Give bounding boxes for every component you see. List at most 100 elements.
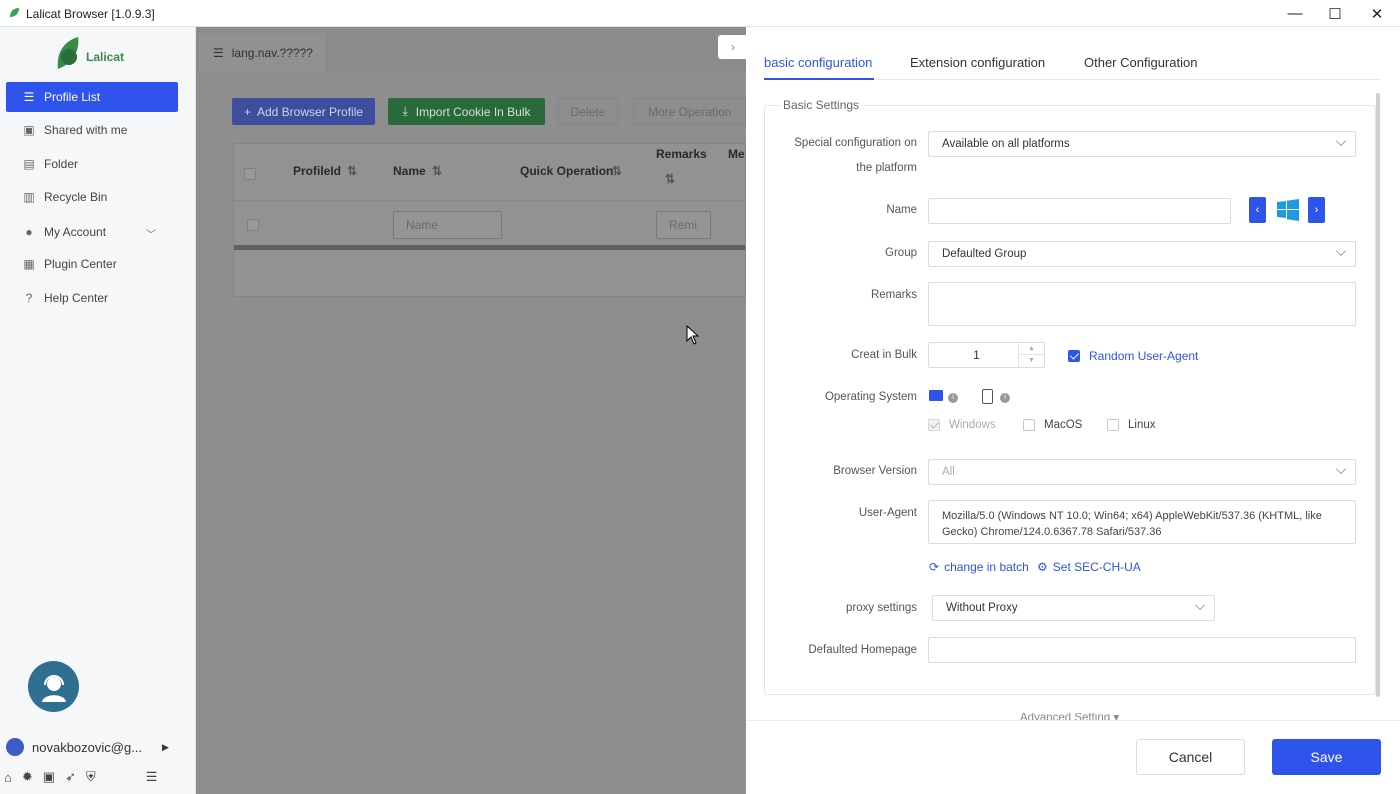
sidebar-item-recycle-bin[interactable]: ▥ Recycle Bin bbox=[6, 182, 178, 212]
chevron-right-icon: › bbox=[731, 40, 735, 54]
sidebar-item-my-account[interactable]: ● My Account ﹀ bbox=[6, 217, 178, 247]
title-bar: Lalicat Browser [1.0.9.3] — ☐ ✕ bbox=[0, 0, 1400, 27]
more-operation-button[interactable]: More Operation bbox=[633, 98, 746, 125]
change-in-batch-link[interactable]: ⟳ change in batch bbox=[929, 560, 1029, 574]
sidebar: Lalicat ☰ Profile List ▣ Shared with me … bbox=[0, 27, 196, 794]
sort-icon[interactable]: ⇅ bbox=[665, 172, 675, 186]
logo: Lalicat bbox=[54, 35, 124, 71]
os-label: Operating System bbox=[824, 391, 917, 403]
sidebar-item-help-center[interactable]: ? Help Center bbox=[6, 283, 178, 313]
browser-version-select[interactable]: All bbox=[928, 459, 1356, 485]
logo-text: Lalicat bbox=[86, 50, 125, 64]
row-filter-checkbox[interactable] bbox=[247, 219, 259, 231]
info-icon: i bbox=[1000, 393, 1010, 403]
next-os-button[interactable]: › bbox=[1308, 197, 1325, 223]
minimize-button[interactable]: — bbox=[1274, 0, 1316, 27]
stepper-down-icon[interactable]: ▼ bbox=[1018, 355, 1044, 367]
headset-icon bbox=[41, 674, 66, 702]
select-all-checkbox[interactable] bbox=[244, 168, 256, 180]
theme-icon[interactable]: ✹ bbox=[22, 769, 33, 785]
account-icon: ● bbox=[25, 225, 33, 239]
name-filter-input[interactable]: Name bbox=[393, 211, 502, 239]
mobile-icon[interactable] bbox=[982, 389, 993, 404]
user-account-row[interactable]: novakbozovic@g... ▶ bbox=[6, 737, 186, 757]
column-header-quick-operation[interactable]: Quick Operation bbox=[520, 164, 613, 178]
maximize-button[interactable]: ☐ bbox=[1314, 0, 1356, 27]
delete-button[interactable]: Delete bbox=[558, 98, 618, 125]
desktop-icon[interactable] bbox=[929, 390, 943, 401]
import-cookie-button[interactable]: ⤓ Import Cookie In Bulk bbox=[388, 98, 545, 125]
prev-os-button[interactable]: ‹ bbox=[1249, 197, 1266, 223]
active-tab-indicator bbox=[764, 78, 874, 80]
close-window-button[interactable]: ✕ bbox=[1356, 0, 1398, 27]
sidebar-item-label: Folder bbox=[44, 157, 79, 171]
name-input[interactable] bbox=[928, 198, 1231, 224]
macos-label: MacOS bbox=[1044, 419, 1083, 431]
list-icon: ☰ bbox=[23, 90, 35, 104]
profile-table: ProfileId ⇅ Name ⇅ Quick Operation ⇅ Rem… bbox=[233, 143, 746, 297]
chevron-right-icon: › bbox=[1314, 204, 1319, 216]
group-select[interactable]: Defaulted Group bbox=[928, 241, 1356, 267]
bulk-count-input[interactable]: 1 ▲ ▼ bbox=[928, 342, 1045, 368]
user-agent-label: User-Agent bbox=[858, 507, 917, 519]
column-header-more[interactable]: Me bbox=[728, 147, 745, 161]
homepage-label: Defaulted Homepage bbox=[808, 644, 917, 656]
chevron-down-icon bbox=[1194, 599, 1206, 611]
tab-basic-configuration[interactable]: basic configuration bbox=[764, 55, 872, 70]
folder-icon: ▤ bbox=[23, 157, 35, 171]
info-icon: i bbox=[948, 393, 958, 403]
windows-checkbox[interactable] bbox=[928, 419, 940, 431]
linkedin-icon[interactable]: ▣ bbox=[43, 769, 55, 785]
sidebar-item-profile-list[interactable]: ☰ Profile List bbox=[6, 82, 178, 112]
sidebar-item-folder[interactable]: ▤ Folder bbox=[6, 149, 178, 179]
collapse-icon[interactable]: ☰ bbox=[146, 769, 158, 785]
mouse-cursor-icon bbox=[686, 325, 700, 345]
page-tab[interactable]: ☰ lang.nav.????? bbox=[199, 33, 325, 73]
sort-icon[interactable]: ⇅ bbox=[612, 164, 622, 178]
sidebar-item-shared[interactable]: ▣ Shared with me bbox=[6, 115, 178, 145]
shield-icon[interactable]: ⛨ bbox=[86, 769, 96, 785]
rocket-icon[interactable]: ➶ bbox=[65, 769, 76, 785]
chevron-left-icon: ‹ bbox=[1255, 204, 1260, 216]
tab-extension-configuration[interactable]: Extension configuration bbox=[910, 55, 1045, 70]
footer-divider bbox=[746, 720, 1400, 721]
column-header-name[interactable]: Name bbox=[393, 164, 426, 178]
tab-other-configuration[interactable]: Other Configuration bbox=[1084, 55, 1197, 70]
sidebar-item-label: Help Center bbox=[44, 291, 109, 305]
support-avatar[interactable] bbox=[28, 661, 79, 712]
group-label: Group bbox=[885, 247, 917, 259]
proxy-select[interactable]: Without Proxy bbox=[932, 595, 1215, 621]
window-title: Lalicat Browser [1.0.9.3] bbox=[26, 7, 155, 21]
macos-checkbox[interactable] bbox=[1023, 419, 1035, 431]
column-header-profileid[interactable]: ProfileId bbox=[293, 164, 341, 178]
random-ua-label[interactable]: Random User-Agent bbox=[1089, 349, 1198, 363]
add-browser-profile-button[interactable]: + Add Browser Profile bbox=[232, 98, 375, 125]
save-button[interactable]: Save bbox=[1272, 739, 1381, 775]
recycle-icon: ▥ bbox=[23, 190, 35, 204]
sort-icon[interactable]: ⇅ bbox=[432, 164, 442, 178]
horizontal-scrollbar[interactable] bbox=[234, 245, 745, 250]
sort-icon[interactable]: ⇅ bbox=[347, 164, 357, 178]
home-icon[interactable]: ⌂ bbox=[4, 770, 12, 785]
column-header-remarks[interactable]: Remarks bbox=[656, 147, 707, 161]
panel-scrollbar[interactable] bbox=[1376, 93, 1380, 697]
remarks-filter-input[interactable]: Remi bbox=[656, 211, 711, 239]
chevron-down-icon: ﹀ bbox=[146, 230, 156, 241]
panel-collapse-button[interactable]: › bbox=[718, 35, 748, 59]
stepper-up-icon[interactable]: ▲ bbox=[1018, 343, 1044, 355]
random-ua-checkbox[interactable] bbox=[1068, 350, 1080, 362]
cancel-button[interactable]: Cancel bbox=[1136, 739, 1245, 775]
sidebar-item-label: Plugin Center bbox=[44, 257, 117, 271]
homepage-input[interactable] bbox=[928, 637, 1356, 663]
sidebar-item-plugin-center[interactable]: ▦ Plugin Center bbox=[6, 249, 178, 279]
refresh-icon: ⟳ bbox=[929, 560, 940, 574]
platform-config-select[interactable]: Available on all platforms bbox=[928, 131, 1356, 157]
section-title: Basic Settings bbox=[781, 98, 862, 112]
remarks-textarea[interactable] bbox=[928, 282, 1356, 326]
minimize-icon: — bbox=[1287, 5, 1303, 22]
user-agent-textarea[interactable]: Mozilla/5.0 (Windows NT 10.0; Win64; x64… bbox=[928, 500, 1356, 544]
proxy-label: proxy settings bbox=[846, 602, 917, 614]
set-sec-ch-ua-link[interactable]: ⚙ Set SEC-CH-UA bbox=[1037, 560, 1141, 574]
sidebar-item-label: Shared with me bbox=[44, 123, 128, 137]
linux-checkbox[interactable] bbox=[1107, 419, 1119, 431]
